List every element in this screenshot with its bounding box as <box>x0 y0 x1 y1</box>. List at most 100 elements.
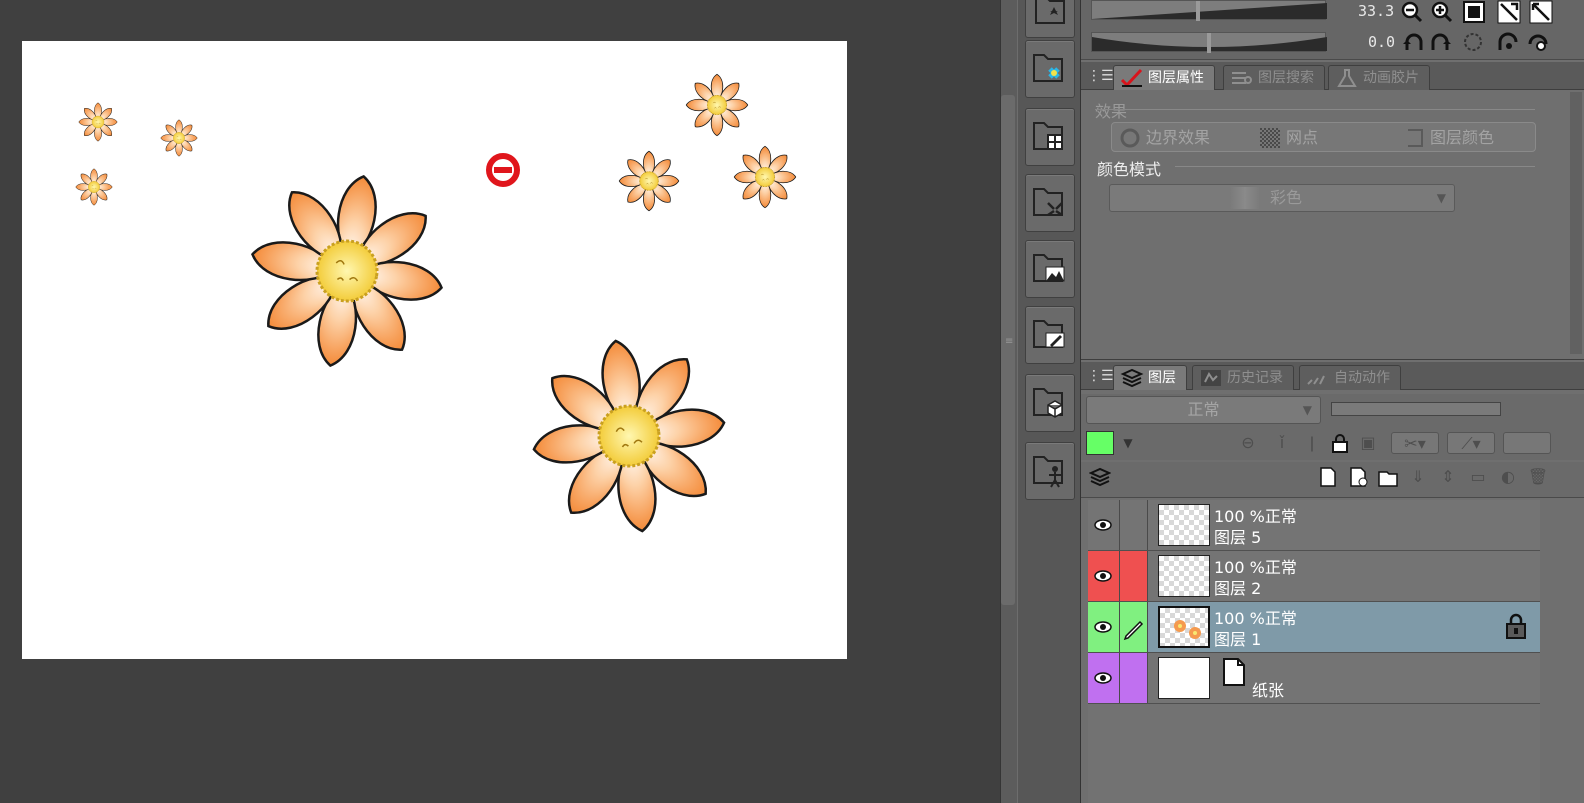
property-scrollbar[interactable] <box>1570 92 1582 354</box>
mask-icon[interactable]: ▭ <box>1467 466 1489 488</box>
rotate-left-icon[interactable] <box>1401 30 1425 54</box>
tab-layer-property[interactable]: 图层属性 <box>1113 65 1215 90</box>
navigator-controls: 33.3 0.0 <box>1081 0 1584 60</box>
tab-menu-icon[interactable]: ⋮☰ <box>1087 67 1114 85</box>
visibility-toggle[interactable] <box>1088 602 1120 652</box>
fit-screen-icon[interactable] <box>1497 0 1521 24</box>
flip-vertical-icon[interactable] <box>1527 30 1551 54</box>
visibility-toggle[interactable] <box>1088 551 1120 601</box>
zoom-value: 33.3 <box>1358 2 1395 20</box>
visibility-toggle[interactable] <box>1088 653 1120 703</box>
layer-color-button[interactable]: 图层颜色 <box>1404 126 1494 150</box>
tool-folder-frame[interactable] <box>1025 108 1075 166</box>
zoom-in-icon[interactable] <box>1430 0 1454 24</box>
merge-down-icon[interactable]: ⇕ <box>1437 466 1459 488</box>
zoom-out-icon[interactable] <box>1400 0 1424 24</box>
transfer-down-icon[interactable]: ⇓ <box>1407 466 1429 488</box>
blend-mode-value: 正常 <box>1187 400 1220 419</box>
tool-folder-image[interactable] <box>1025 240 1075 298</box>
chevron-down-icon[interactable]: ▼ <box>1117 432 1139 454</box>
layer-row[interactable]: 100 %正常 图层 5 <box>1088 500 1540 551</box>
edit-target-cell[interactable] <box>1120 602 1148 652</box>
tab-layer[interactable]: 图层 <box>1113 365 1187 390</box>
border-effect-button[interactable]: 边界效果 <box>1120 126 1210 150</box>
big-flower-right <box>519 326 739 546</box>
tool-folder-3d[interactable] <box>1025 374 1075 432</box>
small-flower <box>685 73 749 137</box>
tab-auto-action[interactable]: 自动动作 <box>1299 365 1401 390</box>
eye-icon <box>1094 570 1112 582</box>
new-folder-icon[interactable] <box>1377 466 1399 488</box>
new-vector-layer-icon[interactable] <box>1347 466 1369 488</box>
folder-pen-icon <box>1033 320 1065 348</box>
mask-menu-icon[interactable]: ✂▾ <box>1391 432 1439 454</box>
canvas-workspace[interactable] <box>0 0 1000 803</box>
ruler-menu-icon[interactable]: ⟋▾ <box>1447 432 1495 454</box>
tab-label: 动画胶片 <box>1363 70 1419 86</box>
tool-folder-color[interactable] <box>1025 40 1075 98</box>
lock-layer-icon[interactable] <box>1329 432 1351 454</box>
layer-row[interactable]: 100 %正常 图层 2 <box>1088 551 1540 602</box>
tab-animation-cels[interactable]: 动画胶片 <box>1328 65 1430 90</box>
small-flower <box>78 102 118 142</box>
eye-icon <box>1094 621 1112 633</box>
eye-icon <box>1094 672 1112 684</box>
ruler-icon[interactable]: ◐ <box>1497 466 1519 488</box>
tab-label: 图层搜索 <box>1258 70 1314 86</box>
tab-menu-icon[interactable]: ⋮☰ <box>1087 367 1114 385</box>
canvas-paper[interactable] <box>22 41 847 659</box>
folder-image-icon <box>1033 254 1065 282</box>
lock-transparency-icon[interactable]: ▣ <box>1357 432 1379 454</box>
extra-menu-icon[interactable] <box>1503 432 1551 454</box>
eye-icon <box>1094 519 1112 531</box>
layer-color-swatch[interactable] <box>1086 431 1114 455</box>
edit-target-cell[interactable] <box>1120 500 1148 550</box>
layer-list-scrollbar[interactable] <box>1542 500 1584 803</box>
effect-label: 图层颜色 <box>1430 128 1495 147</box>
opacity-slider[interactable] <box>1331 402 1501 416</box>
folder-burst-icon <box>1033 188 1063 217</box>
layers-stack-icon[interactable] <box>1088 466 1112 488</box>
visibility-toggle[interactable] <box>1088 500 1120 550</box>
edit-target-cell[interactable] <box>1120 653 1148 703</box>
folder-cube-icon <box>1033 388 1063 418</box>
big-flower-left <box>234 158 460 384</box>
tool-folder-brush[interactable] <box>1025 0 1075 38</box>
fit-window-icon[interactable] <box>1529 0 1553 24</box>
reference-icon[interactable]: ǐ <box>1271 432 1293 454</box>
tab-label: 图层 <box>1148 370 1176 386</box>
reset-rotation-icon[interactable] <box>1461 30 1485 54</box>
tab-layer-search[interactable]: 图层搜索 <box>1223 65 1325 90</box>
rotate-right-icon[interactable] <box>1429 30 1453 54</box>
tone-effect-button[interactable]: 网点 <box>1260 126 1318 150</box>
layers-icon <box>1120 368 1144 388</box>
layer-name: 纸张 <box>1252 681 1285 700</box>
tool-folder-figure[interactable] <box>1025 442 1075 500</box>
flip-horizontal-icon[interactable] <box>1497 30 1521 54</box>
blend-mode-select[interactable]: 正常 ▼ <box>1086 396 1321 424</box>
layer-thumbnail <box>1158 606 1210 648</box>
actual-size-icon[interactable] <box>1462 0 1486 24</box>
new-raster-layer-icon[interactable] <box>1317 466 1339 488</box>
small-flower <box>160 119 198 157</box>
tab-history[interactable]: 历史记录 <box>1192 365 1294 390</box>
clip-icon[interactable]: ⊖ <box>1237 432 1259 454</box>
color-mode-select[interactable]: 彩色 ▼ <box>1109 184 1455 212</box>
tool-folder-effect[interactable] <box>1025 174 1075 232</box>
tab-label: 图层属性 <box>1148 70 1204 86</box>
layer-thumbnail <box>1158 555 1210 597</box>
folder-frame-icon <box>1033 122 1063 150</box>
tool-folder-pen[interactable] <box>1025 306 1075 364</box>
delete-layer-icon[interactable]: 🗑︎ <box>1527 466 1549 488</box>
effect-label: 网点 <box>1286 128 1319 147</box>
layer-row-selected[interactable]: 100 %正常 图层 1 <box>1088 602 1540 653</box>
layer-row[interactable]: 纸张 <box>1088 653 1540 704</box>
draft-icon[interactable]: ǀ <box>1301 432 1323 454</box>
rotation-slider[interactable] <box>1091 32 1327 53</box>
divider-grip-icon[interactable]: ≡ <box>1005 337 1013 356</box>
layer-list: 100 %正常 图层 5 100 %正常 图层 2 100 %正常 图层 1 纸… <box>1088 500 1540 803</box>
edit-target-cell[interactable] <box>1120 551 1148 601</box>
pen-icon <box>1123 620 1144 641</box>
folder-star-icon <box>1035 0 1065 24</box>
zoom-slider[interactable] <box>1091 0 1327 21</box>
